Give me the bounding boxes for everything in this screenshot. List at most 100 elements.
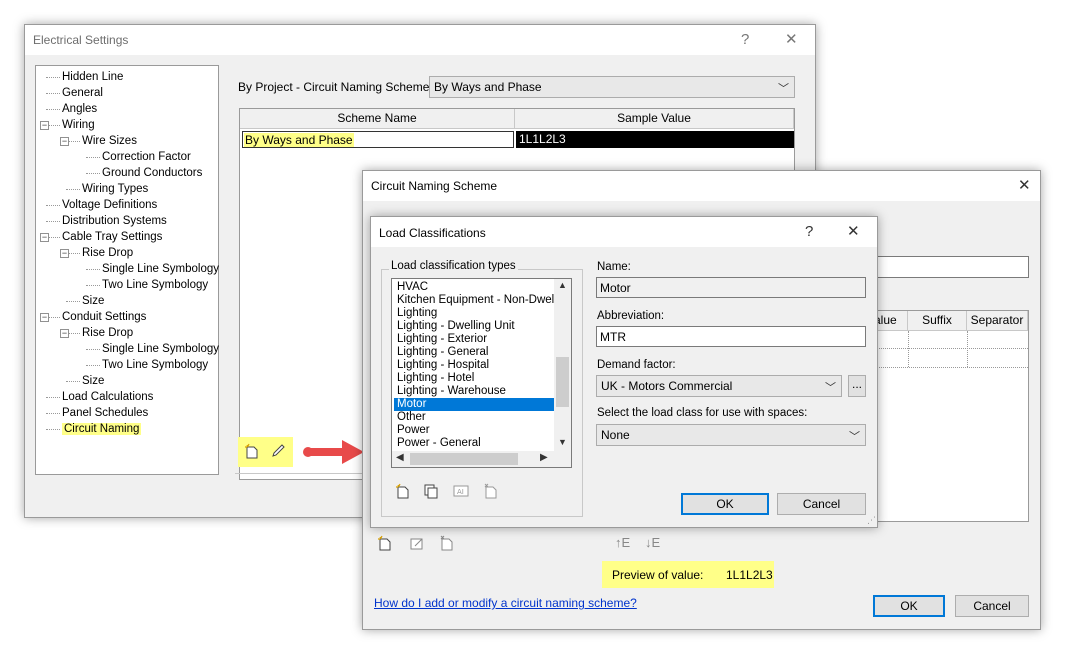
demand-factor-value: UK - Motors Commercial	[601, 379, 733, 393]
scroll-up-icon[interactable]: ▲	[558, 280, 567, 290]
scheme-combo[interactable]: By Ways and Phase ﹀	[429, 76, 795, 98]
sample-value-cell: 1L1L2L3	[516, 131, 794, 148]
tree-item-label: Angles	[62, 103, 98, 115]
list-item[interactable]: Lighting - Dwelling Unit	[394, 320, 554, 333]
abbreviation-field[interactable]: MTR	[596, 326, 866, 347]
close-button[interactable]: ✕	[1018, 176, 1031, 196]
tree-item[interactable]: Hidden Line	[62, 70, 123, 84]
scheme-label: By Project - Circuit Naming Scheme:	[238, 80, 433, 94]
scrollbar-thumb[interactable]	[556, 357, 569, 407]
tree-item[interactable]: Two Line Symbology	[102, 278, 208, 292]
space-load-class-combo[interactable]: None ﹀	[596, 424, 866, 446]
tree-item-label: Wire Sizes	[82, 135, 137, 147]
tree-connector	[66, 301, 80, 302]
list-item[interactable]: Lighting - Exterior	[394, 333, 554, 346]
tree-item[interactable]: Cable Tray Settings	[62, 230, 162, 244]
help-link[interactable]: How do I add or modify a circuit naming …	[374, 596, 637, 610]
tree-collapse-icon[interactable]: −	[60, 249, 69, 258]
tree-item[interactable]: Wiring Types	[82, 182, 148, 196]
close-button[interactable]: ✕	[785, 30, 798, 50]
column-header-scheme-name[interactable]: Scheme Name	[240, 109, 515, 129]
close-button[interactable]: ✕	[847, 222, 860, 242]
tree-item[interactable]: Single Line Symbology	[102, 262, 219, 276]
tree-item[interactable]: General	[62, 86, 103, 100]
scroll-left-icon[interactable]: ◀	[396, 452, 404, 463]
list-item[interactable]: Lighting - Hospital	[394, 359, 554, 372]
tree-item[interactable]: Wire Sizes	[82, 134, 137, 148]
tree-item[interactable]: Conduit Settings	[62, 310, 146, 324]
tree-item[interactable]: Ground Conductors	[102, 166, 202, 180]
tree-item-label: Ground Conductors	[102, 167, 203, 179]
ok-button[interactable]: OK	[681, 493, 769, 515]
scroll-down-icon[interactable]: ▼	[558, 437, 567, 447]
tree-item[interactable]: Load Calculations	[62, 390, 153, 404]
load-classifications-title: Load Classifications	[379, 226, 486, 240]
column-header-separator[interactable]: Separator	[967, 311, 1028, 331]
scheme-name-input[interactable]	[871, 256, 1029, 278]
list-item[interactable]: Other	[394, 411, 554, 424]
move-down-icon[interactable]: ↓E	[645, 535, 660, 551]
tree-item[interactable]: Correction Factor	[102, 150, 191, 164]
resize-grip-icon[interactable]: ⋰	[867, 515, 876, 526]
ok-button[interactable]: OK	[873, 595, 945, 617]
cancel-button[interactable]: Cancel	[955, 595, 1029, 617]
tree-connector	[86, 365, 100, 366]
column-header-suffix[interactable]: Suffix	[908, 311, 967, 331]
tree-item[interactable]: Size	[82, 374, 104, 388]
tree-collapse-icon[interactable]: −	[40, 121, 49, 130]
rename-icon[interactable]: AI	[453, 483, 469, 502]
tree-item[interactable]: Distribution Systems	[62, 214, 167, 228]
load-classification-list[interactable]: HVACKitchen Equipment - Non-DwellingLigh…	[391, 278, 572, 468]
remove-parameter-icon[interactable]	[439, 535, 455, 554]
tree-item[interactable]: Panel Schedules	[62, 406, 148, 420]
add-parameter-icon[interactable]	[377, 535, 393, 554]
tree-collapse-icon[interactable]: −	[40, 313, 49, 322]
tree-collapse-icon[interactable]: −	[40, 233, 49, 242]
settings-tree[interactable]: Hidden Line General Angles Wiring − Wire Size…	[35, 65, 219, 475]
tree-item[interactable]: Single Line Symbology	[102, 342, 219, 356]
help-button[interactable]: ?	[805, 222, 813, 242]
vertical-scrollbar[interactable]: ▲ ▼	[554, 279, 571, 451]
tree-item[interactable]: Voltage Definitions	[62, 198, 157, 212]
list-item[interactable]: Motor	[394, 398, 554, 411]
tree-collapse-icon[interactable]: −	[60, 137, 69, 146]
list-item[interactable]: Lighting - Warehouse	[394, 385, 554, 398]
cancel-button[interactable]: Cancel	[777, 493, 866, 515]
demand-factor-combo[interactable]: UK - Motors Commercial ﹀	[596, 375, 842, 397]
list-item[interactable]: Lighting - General	[394, 346, 554, 359]
help-button[interactable]: ?	[741, 30, 749, 50]
table-row[interactable]: By Ways and Phase 1L1L2L3	[240, 131, 794, 148]
tree-item[interactable]: Angles	[62, 102, 97, 116]
edit-parameter-icon[interactable]	[409, 535, 425, 554]
tree-item[interactable]: Wiring	[62, 118, 95, 132]
column-header-sample-value[interactable]: Sample Value	[515, 109, 794, 129]
tree-item[interactable]: Circuit Naming	[62, 422, 142, 436]
list-item[interactable]: Lighting	[394, 307, 554, 320]
edit-pencil-icon[interactable]	[270, 443, 286, 462]
demand-factor-browse-button[interactable]: ...	[848, 375, 866, 397]
list-item[interactable]: Lighting - Hotel	[394, 372, 554, 385]
new-classification-icon[interactable]	[395, 483, 411, 502]
horizontal-scrollbar[interactable]: ◀ ▶	[392, 451, 571, 467]
scrollbar-thumb[interactable]	[410, 453, 518, 465]
tree-item-label: Circuit Naming	[62, 423, 142, 435]
scroll-right-icon[interactable]: ▶	[540, 452, 548, 463]
tree-item-label: Single Line Symbology	[102, 263, 219, 275]
list-item[interactable]: Power	[394, 424, 554, 437]
table-row[interactable]	[872, 331, 1028, 368]
duplicate-icon[interactable]	[423, 483, 439, 502]
tree-item[interactable]: Rise Drop	[82, 326, 133, 340]
tree-item[interactable]: Two Line Symbology	[102, 358, 208, 372]
list-item[interactable]: HVAC	[394, 281, 554, 294]
tree-item-label: Rise Drop	[82, 327, 134, 339]
space-load-class-value: None	[601, 428, 630, 442]
list-item[interactable]: Kitchen Equipment - Non-Dwelling	[394, 294, 554, 307]
delete-icon[interactable]	[483, 483, 499, 502]
move-up-icon[interactable]: ↑E	[615, 535, 630, 551]
list-item[interactable]: Power - General	[394, 437, 554, 450]
tree-item[interactable]: Size	[82, 294, 104, 308]
tree-collapse-icon[interactable]: −	[60, 329, 69, 338]
tree-item[interactable]: Rise Drop	[82, 246, 133, 260]
name-field[interactable]: Motor	[596, 277, 866, 298]
new-scheme-icon[interactable]	[244, 443, 260, 462]
